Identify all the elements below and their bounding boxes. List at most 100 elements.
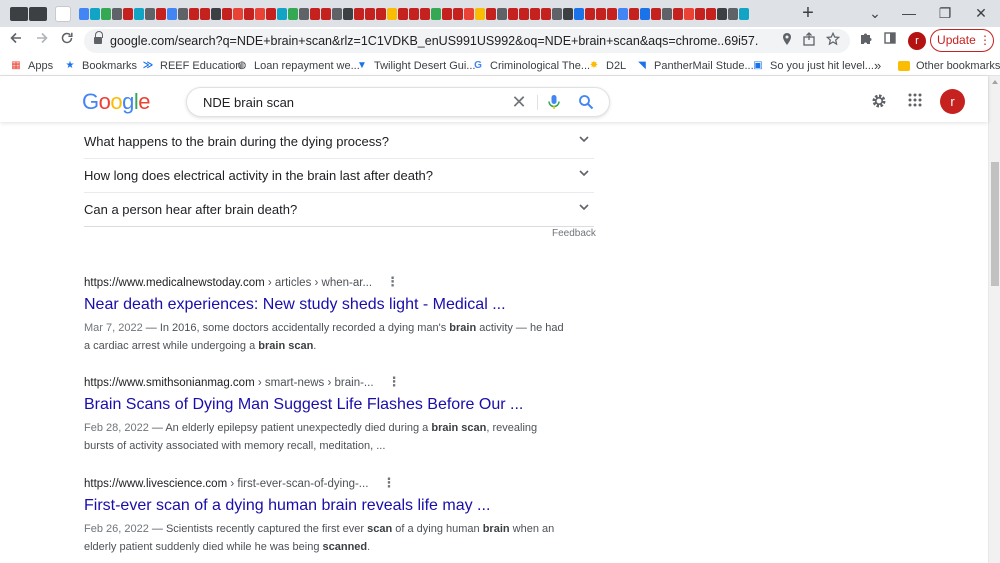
people-also-ask-item[interactable]: How long does electrical activity in the… bbox=[84, 159, 594, 193]
bookmark-loan-repayment-we[interactable]: ◍ Loan repayment we... bbox=[236, 58, 360, 73]
forward-button[interactable] bbox=[32, 31, 52, 51]
bookmark-criminological-the[interactable]: G Criminological The... bbox=[472, 58, 590, 73]
settings-gear-icon[interactable] bbox=[869, 92, 889, 112]
google-account-avatar[interactable]: r bbox=[940, 89, 965, 114]
tab-favicon[interactable] bbox=[607, 8, 617, 20]
tab-favicon[interactable] bbox=[255, 8, 265, 20]
close-window-button[interactable]: ✕ bbox=[970, 3, 992, 23]
lock-icon[interactable] bbox=[94, 31, 103, 45]
bookmark-bookmarks[interactable]: ★ Bookmarks bbox=[64, 58, 138, 73]
tab-favicon[interactable] bbox=[288, 8, 298, 20]
tab-favicon[interactable] bbox=[464, 8, 474, 20]
tab-favicon[interactable] bbox=[310, 8, 320, 20]
chevron-down-icon[interactable] bbox=[578, 167, 590, 179]
tab-favicon[interactable] bbox=[299, 8, 309, 20]
tab-favicon[interactable] bbox=[354, 8, 364, 20]
tab-favicon[interactable] bbox=[343, 8, 353, 20]
side-panel-icon[interactable] bbox=[880, 31, 900, 51]
tab-favicon[interactable] bbox=[101, 8, 111, 20]
tab-favicon[interactable] bbox=[618, 8, 628, 20]
tab-favicon[interactable] bbox=[497, 8, 507, 20]
bookmark-other-bookmarks[interactable]: Other bookmarks bbox=[898, 58, 1000, 73]
tab-favicon[interactable] bbox=[673, 8, 683, 20]
paa-question[interactable]: Can a person hear after brain death? bbox=[84, 202, 297, 217]
profile-avatar-button[interactable]: r bbox=[908, 32, 926, 50]
tab-favicon[interactable] bbox=[453, 8, 463, 20]
chevron-down-icon[interactable] bbox=[578, 201, 590, 213]
tab-favicon[interactable] bbox=[189, 8, 199, 20]
clear-search-icon[interactable]: ✕ bbox=[509, 92, 529, 112]
tab-favicon[interactable] bbox=[530, 8, 540, 20]
more-options-icon[interactable]: ⋮ bbox=[382, 476, 395, 489]
tab-favicon[interactable] bbox=[321, 8, 331, 20]
tab-favicon[interactable] bbox=[508, 8, 518, 20]
people-also-ask-item[interactable]: What happens to the brain during the dyi… bbox=[84, 125, 594, 159]
people-also-ask-item[interactable]: Can a person hear after brain death? bbox=[84, 193, 594, 227]
tab-favicon[interactable] bbox=[442, 8, 452, 20]
tab-favicon[interactable] bbox=[420, 8, 430, 20]
search-input[interactable] bbox=[203, 95, 503, 110]
tab-favicon[interactable] bbox=[10, 7, 28, 21]
location-pin-icon[interactable] bbox=[778, 32, 796, 50]
tab-favicon[interactable] bbox=[145, 8, 155, 20]
search-box[interactable]: ✕ bbox=[186, 87, 610, 117]
tab-favicon[interactable] bbox=[112, 8, 122, 20]
result-title-link[interactable]: Near death experiences: New study sheds … bbox=[84, 296, 564, 314]
address-bar[interactable]: google.com/search?q=NDE+brain+scan&rlz=1… bbox=[84, 29, 850, 53]
tab-favicon[interactable] bbox=[475, 8, 485, 20]
tab-favicon[interactable] bbox=[266, 8, 276, 20]
tab-favicon[interactable] bbox=[552, 8, 562, 20]
tab-favicon[interactable] bbox=[211, 8, 221, 20]
tab-favicon[interactable] bbox=[29, 7, 47, 21]
page-scrollbar[interactable] bbox=[988, 76, 1000, 563]
tab-favicon[interactable] bbox=[156, 8, 166, 20]
google-apps-grid-icon[interactable] bbox=[905, 92, 925, 112]
tab-favicon[interactable] bbox=[178, 8, 188, 20]
tab-favicon[interactable] bbox=[629, 8, 639, 20]
tab-favicon[interactable] bbox=[695, 8, 705, 20]
paa-question[interactable]: How long does electrical activity in the… bbox=[84, 168, 433, 183]
microphone-icon[interactable] bbox=[545, 93, 563, 111]
result-url[interactable]: https://www.livescience.com › first-ever… bbox=[84, 476, 564, 490]
search-icon[interactable] bbox=[577, 93, 595, 111]
tab-favicon[interactable] bbox=[277, 8, 287, 20]
tab-favicon[interactable] bbox=[123, 8, 133, 20]
tab-favicon[interactable] bbox=[387, 8, 397, 20]
tab-favicon[interactable] bbox=[134, 8, 144, 20]
tab-favicon[interactable] bbox=[244, 8, 254, 20]
share-icon[interactable] bbox=[800, 32, 818, 50]
tab-search-chevron-icon[interactable]: ⌄ bbox=[864, 3, 886, 23]
bookmark-[interactable]: » bbox=[874, 58, 881, 73]
chevron-down-icon[interactable] bbox=[578, 133, 590, 145]
scroll-up-arrow-icon[interactable] bbox=[992, 80, 998, 84]
google-logo[interactable]: Google bbox=[82, 89, 151, 115]
tab-favicon[interactable] bbox=[728, 8, 738, 20]
scrollbar-thumb[interactable] bbox=[991, 162, 999, 286]
more-options-icon[interactable]: ⋮ bbox=[386, 275, 399, 288]
tab-favicon[interactable] bbox=[596, 8, 606, 20]
bookmark-twilight-desert-gui[interactable]: ▼ Twilight Desert Gui... bbox=[356, 58, 475, 73]
tab-favicon[interactable] bbox=[651, 8, 661, 20]
bookmark-apps[interactable]: ▦ Apps bbox=[10, 58, 53, 73]
tab-favicon[interactable] bbox=[431, 8, 441, 20]
result-url[interactable]: https://www.medicalnewstoday.com › artic… bbox=[84, 275, 564, 289]
tab-favicon[interactable] bbox=[167, 8, 177, 20]
tab-favicon[interactable] bbox=[200, 8, 210, 20]
tab-favicon[interactable] bbox=[332, 8, 342, 20]
result-title-link[interactable]: First-ever scan of a dying human brain r… bbox=[84, 497, 564, 515]
tab-favicon[interactable] bbox=[662, 8, 672, 20]
tab-favicon[interactable] bbox=[233, 8, 243, 20]
bookmark-panthermail-stude[interactable]: ◥ PantherMail Stude... bbox=[636, 58, 754, 73]
reload-button[interactable] bbox=[57, 31, 77, 51]
tab-favicon[interactable] bbox=[486, 8, 496, 20]
result-title-link[interactable]: Brain Scans of Dying Man Suggest Life Fl… bbox=[84, 396, 564, 414]
tab-favicon[interactable] bbox=[90, 8, 100, 20]
paa-question[interactable]: What happens to the brain during the dyi… bbox=[84, 134, 389, 149]
tab-favicon[interactable] bbox=[563, 8, 573, 20]
tab-favicon[interactable] bbox=[585, 8, 595, 20]
tab-favicon[interactable] bbox=[684, 8, 694, 20]
more-options-icon[interactable]: ⋮ bbox=[388, 375, 401, 388]
tab-favicon[interactable] bbox=[739, 8, 749, 20]
back-button[interactable] bbox=[6, 31, 26, 51]
tab-favicon[interactable] bbox=[376, 8, 386, 20]
